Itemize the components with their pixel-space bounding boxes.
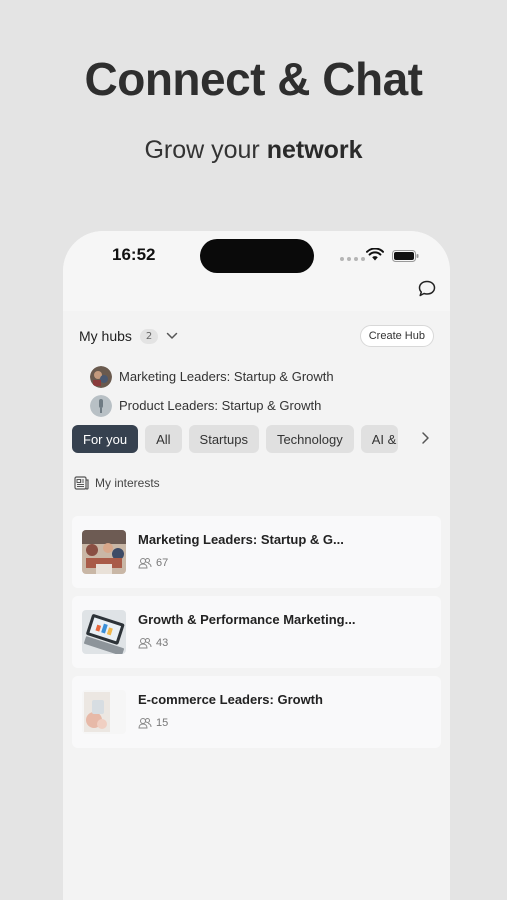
hub-item-label: Product Leaders: Startup & Growth (119, 398, 322, 413)
status-time: 16:52 (112, 245, 156, 264)
chat-bubble-icon[interactable] (417, 279, 437, 299)
group-card[interactable]: E-commerce Leaders: Growth 15 (72, 676, 441, 748)
chevron-right-icon[interactable] (421, 431, 430, 445)
my-hubs-title: My hubs (79, 328, 132, 344)
promo-subhead: Grow your network (0, 136, 507, 165)
member-count: 15 (156, 717, 169, 729)
people-icon (138, 558, 152, 569)
dynamic-island (200, 239, 314, 273)
hub-item-label: Marketing Leaders: Startup & Growth (119, 369, 334, 384)
hubs-count-badge: 2 (139, 328, 159, 344)
hub-avatar (90, 365, 112, 388)
group-thumbnail (82, 610, 126, 654)
signal-icon (340, 257, 365, 261)
wifi-icon (366, 248, 384, 261)
group-meta: 43 (138, 637, 168, 649)
tab-technology[interactable]: Technology (265, 425, 354, 453)
group-meta: 67 (138, 557, 168, 569)
group-meta: 15 (138, 717, 168, 729)
hub-list: Marketing Leaders: Startup & Growth Prod… (90, 362, 334, 420)
my-hubs-header: My hubs 2 Create Hub (79, 323, 434, 349)
newspaper-icon (74, 476, 89, 490)
battery-icon (392, 250, 419, 262)
hub-avatar (90, 394, 112, 417)
tab-all[interactable]: All (145, 425, 182, 453)
group-card[interactable]: Marketing Leaders: Startup & G... 67 (72, 516, 441, 588)
people-icon (138, 638, 152, 649)
tab-startups[interactable]: Startups (188, 425, 259, 453)
promo-headline: Connect & Chat (84, 53, 424, 105)
subhead-prefix: Grow your (144, 136, 267, 164)
member-count: 67 (156, 557, 169, 569)
subhead-bold: network (266, 136, 363, 164)
people-icon (138, 718, 152, 729)
tab-ai[interactable]: AI & M (360, 425, 398, 453)
group-thumbnail (82, 530, 126, 574)
group-card[interactable]: Growth & Performance Marketing... 43 (72, 596, 441, 668)
my-interests-header: My interests (74, 476, 160, 490)
phone-frame: 16:52 My hubs 2 Create Hub Marketing Lea… (63, 231, 450, 900)
category-tabs: For you All Startups Technology AI & M (72, 425, 450, 453)
group-thumbnail (82, 690, 126, 734)
create-hub-button[interactable]: Create Hub (359, 325, 434, 347)
chevron-down-icon[interactable] (166, 332, 178, 340)
my-interests-label: My interests (95, 476, 160, 490)
group-title: E-commerce Leaders: Growth (138, 692, 323, 707)
member-count: 43 (156, 637, 169, 649)
hub-item[interactable]: Product Leaders: Startup & Growth (90, 391, 334, 420)
group-title: Growth & Performance Marketing... (138, 612, 356, 627)
group-list: Marketing Leaders: Startup & G... 67 Gro… (72, 516, 441, 756)
group-title: Marketing Leaders: Startup & G... (138, 532, 344, 547)
tab-for-you[interactable]: For you (72, 425, 139, 453)
hub-item[interactable]: Marketing Leaders: Startup & Growth (90, 362, 334, 391)
